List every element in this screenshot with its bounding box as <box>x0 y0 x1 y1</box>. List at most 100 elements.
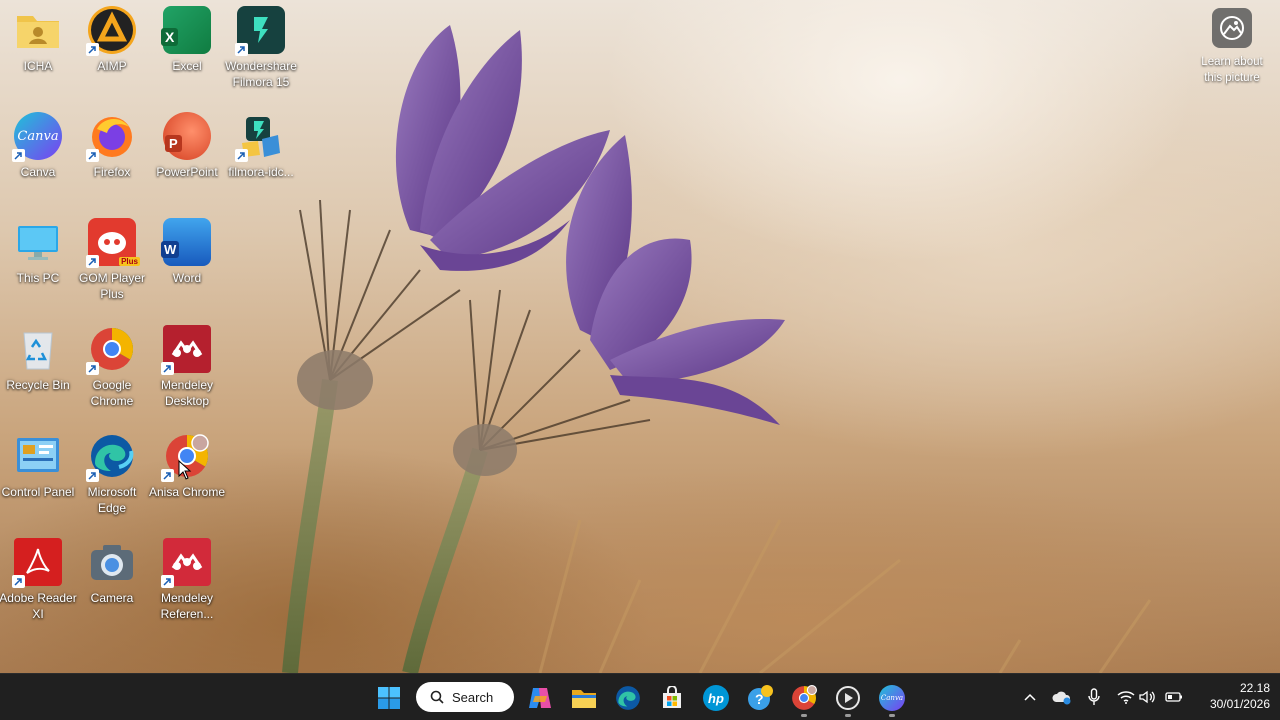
start-button[interactable] <box>371 680 407 716</box>
learn-about-picture-label: Learn about this picture <box>1201 56 1263 84</box>
desktop-icon-google-chrome[interactable]: Google Chrome <box>74 325 150 409</box>
taskbar-edge[interactable] <box>610 680 646 716</box>
shortcut-arrow-icon <box>12 575 25 588</box>
taskbar-store[interactable] <box>654 680 690 716</box>
desktop-icon-label: Camera <box>90 591 134 605</box>
microphone-icon <box>1088 688 1100 705</box>
microphone-button[interactable] <box>1083 686 1105 708</box>
desktop-icon-label: Recycle Bin <box>6 378 70 392</box>
excel-icon: X <box>161 6 211 54</box>
adobe-reader-icon <box>12 538 62 588</box>
desktop-icon-powerpoint[interactable]: P PowerPoint <box>149 112 225 180</box>
desktop-icon-label: ICHA <box>23 59 53 73</box>
desktop-icon-label: Adobe Reader XI <box>0 591 77 621</box>
running-indicator <box>845 714 851 717</box>
show-hidden-icons-button[interactable] <box>1019 686 1041 708</box>
desktop-icon-recycle-bin[interactable]: Recycle Bin <box>0 325 76 393</box>
hp-icon: hp <box>703 685 729 711</box>
shortcut-arrow-icon <box>235 43 248 56</box>
desktop-icon-canva[interactable]: Canva Canva <box>0 112 76 180</box>
desktop-icon-microsoft-edge[interactable]: Microsoft Edge <box>74 432 150 516</box>
speaker-icon <box>1139 690 1155 704</box>
edge-icon <box>86 432 136 482</box>
desktop-icon-label: filmora-idc... <box>228 165 294 179</box>
shortcut-arrow-icon <box>86 149 99 162</box>
camera-spotlight-icon <box>1212 8 1252 48</box>
taskbar-chrome[interactable] <box>786 680 822 717</box>
taskbar-media-player[interactable] <box>830 680 866 717</box>
taskbar-search-box[interactable]: Search <box>416 682 514 712</box>
learn-about-picture-button[interactable]: Learn about this picture <box>1196 8 1268 86</box>
desktop-icon-label: Microsoft Edge <box>87 485 137 515</box>
desktop-icon-label: Control Panel <box>1 485 75 499</box>
desktop-icon-adobe-reader[interactable]: Adobe Reader XI <box>0 538 77 622</box>
desktop-icon-icha[interactable]: ICHA <box>0 6 76 74</box>
desktop-icon-filmora-installer[interactable]: filmora-idc... <box>223 112 299 180</box>
desktop-icon-label: AIMP <box>97 59 127 73</box>
excel-letter: X <box>161 28 179 46</box>
powerpoint-letter: P <box>165 135 182 152</box>
aimp-icon <box>86 6 136 56</box>
folder-icon <box>572 690 596 708</box>
gom-player-icon: Plus <box>86 218 140 268</box>
running-indicator <box>889 714 895 717</box>
desktop-icon-aimp[interactable]: AIMP <box>74 6 150 74</box>
plus-badge: Plus <box>119 257 140 266</box>
word-icon: W <box>161 218 211 266</box>
powerpoint-icon: P <box>163 112 211 160</box>
taskbar-file-explorer[interactable] <box>566 680 602 716</box>
media-player-icon <box>836 686 860 710</box>
desktop-icon-label: Word <box>172 271 202 285</box>
shortcut-arrow-icon <box>86 362 99 375</box>
desktop-icon-gom-player[interactable]: Plus GOM Player Plus <box>74 218 150 302</box>
canva-logo-text: Canva <box>880 694 904 702</box>
desktop-icon-excel[interactable]: X Excel <box>149 6 225 74</box>
desktop-icon-label: Google Chrome <box>90 378 134 408</box>
filmora-icon <box>235 6 285 56</box>
control-panel-icon <box>14 432 62 480</box>
clock-time: 22.18 <box>1239 681 1270 695</box>
desktop-icon-filmora[interactable]: Wondershare Filmora 15 <box>223 6 299 90</box>
cloud-icon <box>1052 691 1071 705</box>
desktop-icon-firefox[interactable]: Firefox <box>74 112 150 180</box>
windows-logo-icon <box>378 687 400 709</box>
desktop-icon-label: Mendeley Referen... <box>160 591 214 621</box>
shortcut-arrow-icon <box>161 362 174 375</box>
desktop-icon-camera[interactable]: Camera <box>74 538 150 606</box>
search-label: Search <box>452 689 494 705</box>
chrome-icon <box>86 325 136 375</box>
desktop-icon-word[interactable]: W Word <box>149 218 225 286</box>
mouse-cursor-icon <box>178 460 192 480</box>
desktop-icon-label: Mendeley Desktop <box>160 378 214 408</box>
desktop-icon-mendeley-reference[interactable]: Mendeley Referen... <box>149 538 225 622</box>
mendeley-icon <box>161 325 211 375</box>
mendeley-icon <box>161 538 211 588</box>
volume-button[interactable] <box>1137 686 1159 708</box>
desktop-icon-control-panel[interactable]: Control Panel <box>0 432 76 500</box>
network-button[interactable] <box>1115 686 1137 708</box>
battery-button[interactable] <box>1163 686 1185 708</box>
search-icon <box>430 690 444 704</box>
onedrive-button[interactable] <box>1051 686 1073 708</box>
desktop-icon-label: Firefox <box>93 165 131 179</box>
clock-date: 30/01/2026 <box>1209 697 1270 711</box>
store-icon <box>663 686 681 708</box>
tips-icon: ? <box>748 685 773 710</box>
taskbar-canva[interactable]: Canva <box>874 680 910 717</box>
desktop-icon-label: Anisa Chrome <box>148 485 226 499</box>
desktop-icon-this-pc[interactable]: This PC <box>0 218 76 286</box>
shortcut-arrow-icon <box>86 43 99 56</box>
chrome-icon <box>792 685 817 710</box>
clock-button[interactable]: 22.18 30/01/2026 <box>1190 680 1270 712</box>
copilot-icon <box>529 688 551 708</box>
recycle-bin-icon <box>14 325 62 373</box>
taskbar-hp[interactable]: hp <box>698 680 734 716</box>
shortcut-arrow-icon <box>12 149 25 162</box>
desktop-icon-mendeley-desktop[interactable]: Mendeley Desktop <box>149 325 225 409</box>
taskbar-copilot[interactable] <box>522 680 558 716</box>
taskbar-tips[interactable]: ? <box>742 680 778 716</box>
svg-text:?: ? <box>755 691 764 707</box>
wifi-icon <box>1117 691 1135 704</box>
shortcut-arrow-icon <box>86 469 99 482</box>
camera-icon <box>88 538 136 586</box>
